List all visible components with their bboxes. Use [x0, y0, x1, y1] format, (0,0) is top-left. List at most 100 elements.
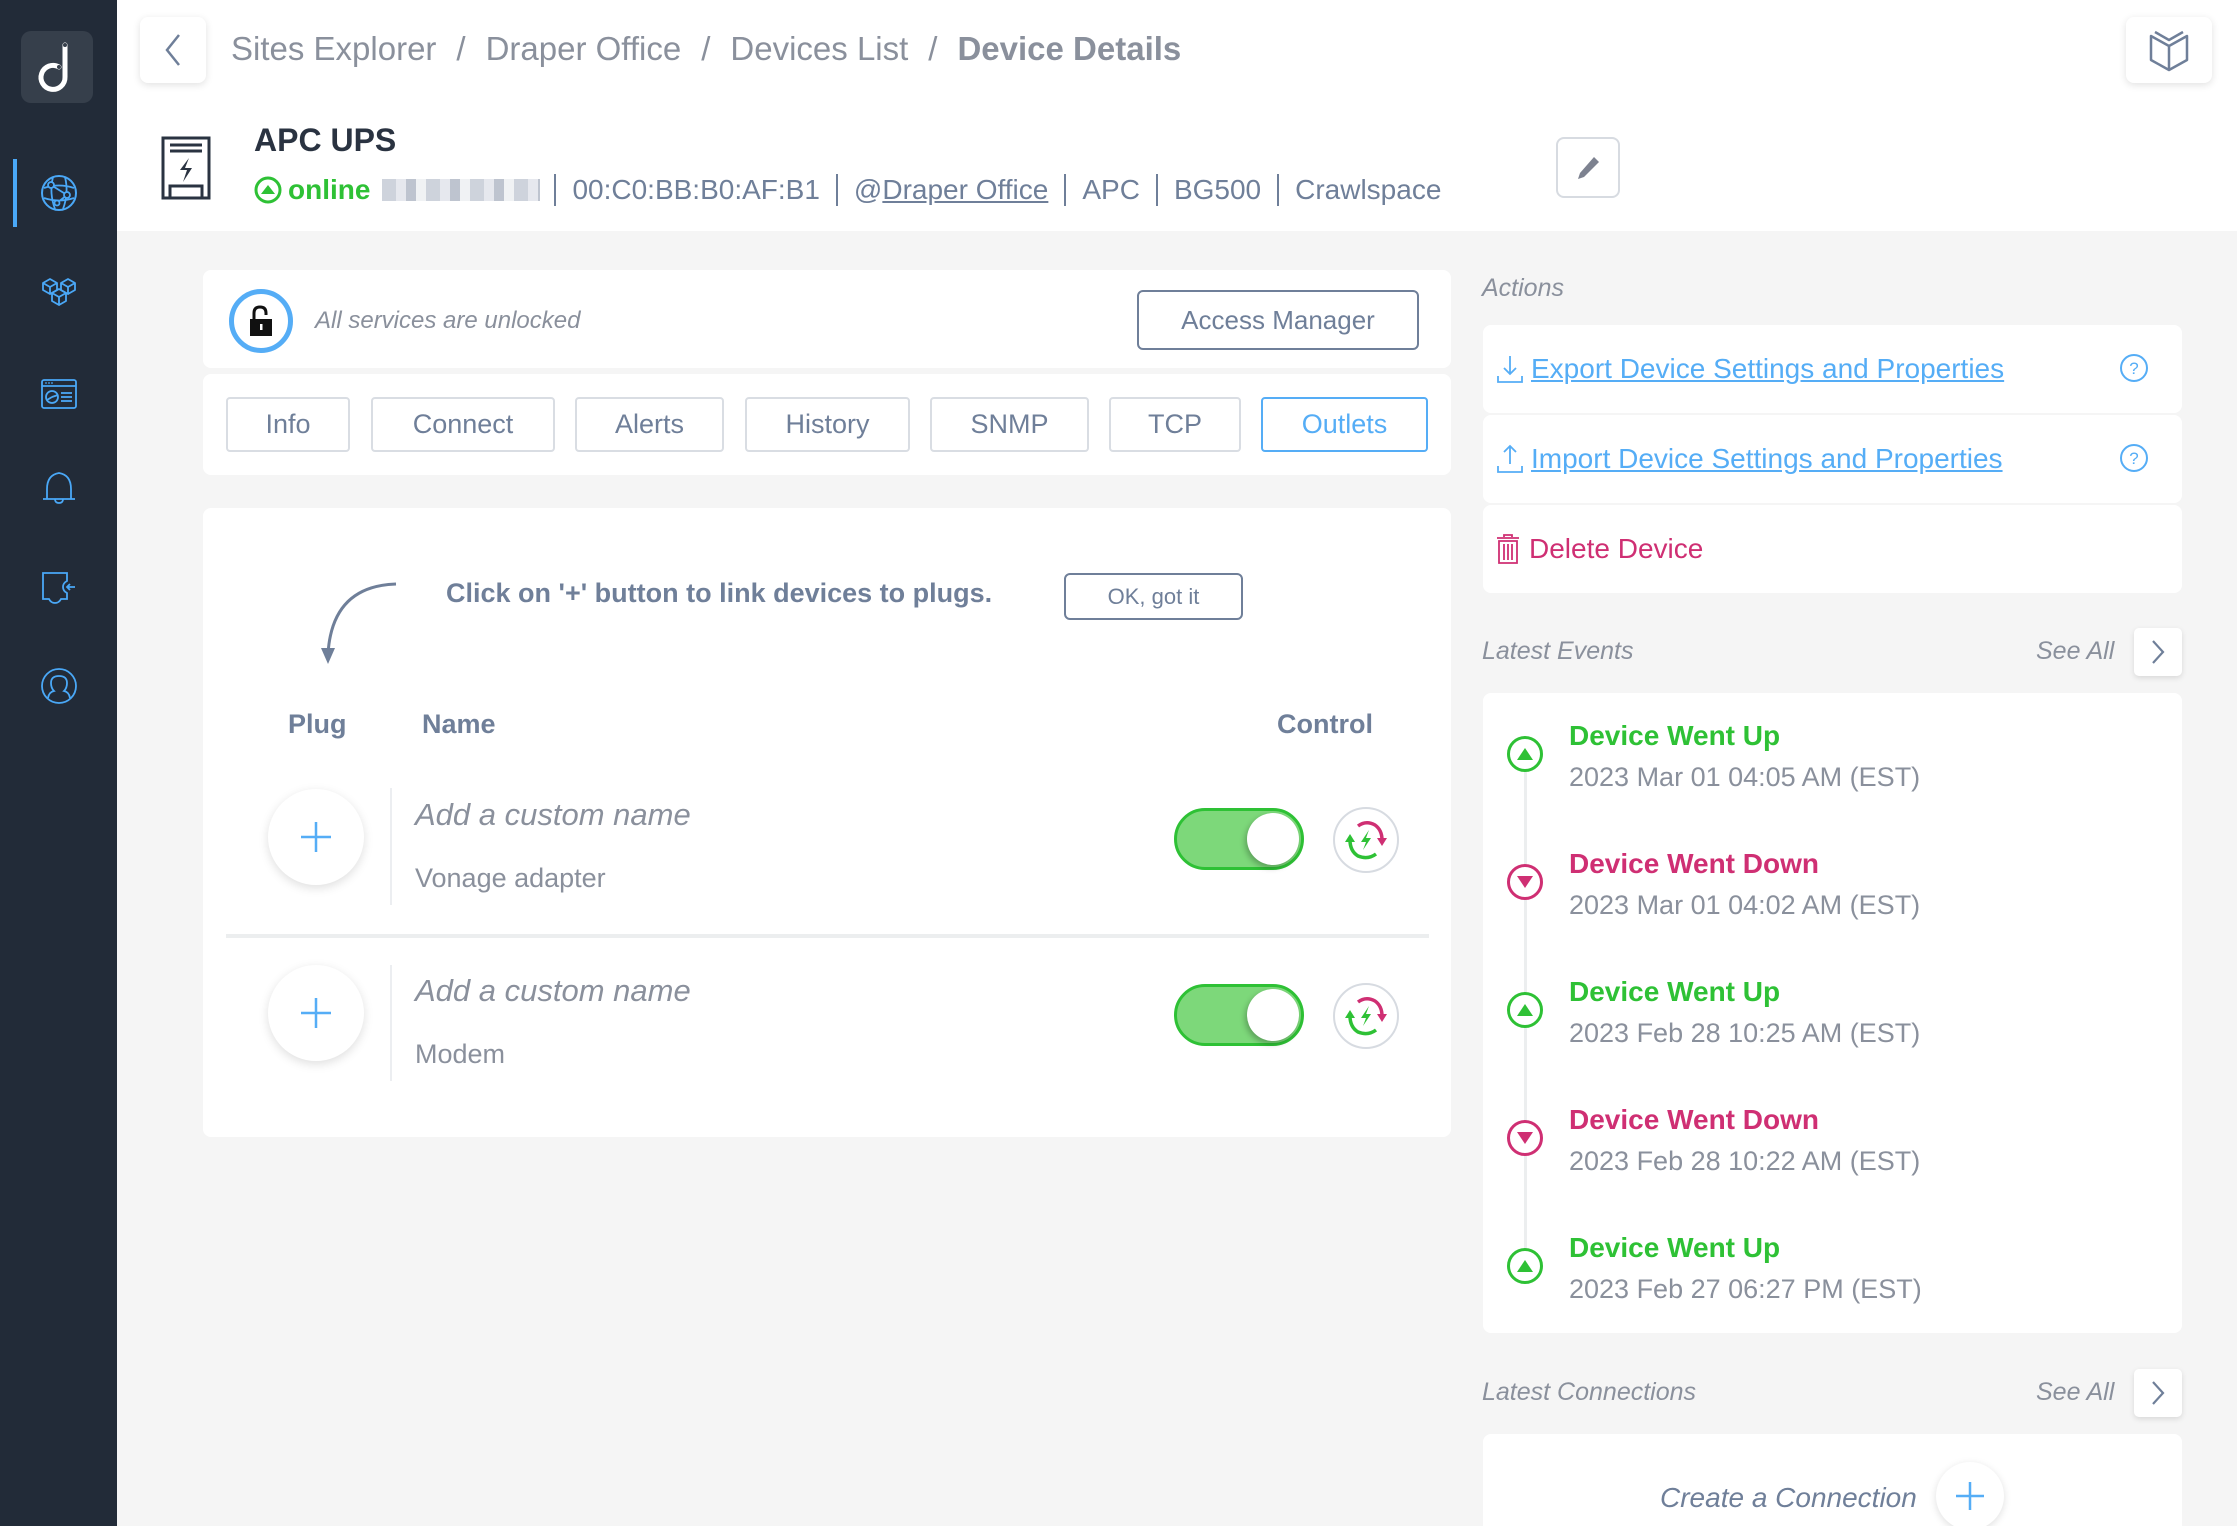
pencil-icon — [1578, 156, 1599, 179]
curved-arrow-icon — [321, 582, 397, 664]
breadcrumb-separator: / — [701, 30, 711, 67]
tab-alerts[interactable]: Alerts — [575, 397, 724, 452]
tab-outlets[interactable]: Outlets — [1261, 397, 1428, 452]
sidebar-item-dashboard[interactable] — [0, 354, 117, 434]
row-divider — [226, 934, 1429, 938]
tab-snmp[interactable]: SNMP — [930, 397, 1089, 452]
device-location: Crawlspace — [1295, 174, 1442, 205]
event-time: 2023 Feb 28 10:22 AM (EST) — [1569, 1146, 1921, 1176]
outlet-device-name: Modem — [415, 1039, 506, 1069]
breadcrumb-site[interactable]: Draper Office — [486, 30, 682, 68]
tab-connect[interactable]: Connect — [371, 397, 555, 452]
connections-see-all-link[interactable]: See All — [2036, 1378, 2114, 1407]
delete-device-link[interactable]: Delete Device — [1529, 533, 1703, 565]
globe-network-icon — [40, 175, 77, 211]
latest-events-label: Latest Events — [1482, 637, 1634, 665]
power-cycle-button[interactable] — [1333, 983, 1399, 1049]
event-time: 2023 Mar 01 04:02 AM (EST) — [1569, 890, 1921, 920]
breadcrumb-devices-list[interactable]: Devices List — [730, 30, 908, 68]
outlets-hint: Click on '+' button to link devices to p… — [446, 578, 993, 608]
cubes-icon — [41, 278, 76, 306]
plus-icon — [1956, 1482, 1984, 1510]
toggle-knob — [1247, 989, 1299, 1041]
device-model: BG500 — [1173, 174, 1262, 205]
link-device-button[interactable] — [268, 789, 364, 885]
lock-status[interactable] — [229, 289, 293, 353]
status-up-icon — [254, 176, 282, 204]
puzzle-plugin-icon — [41, 572, 75, 604]
dashboard-window-icon — [40, 379, 77, 409]
sidebar-item-account[interactable] — [0, 646, 117, 726]
event-time: 2023 Feb 27 06:27 PM (EST) — [1569, 1274, 1922, 1304]
create-connection-label[interactable]: Create a Connection — [1660, 1482, 1917, 1514]
breadcrumb-separator: / — [456, 30, 466, 67]
status-badge: online — [254, 174, 370, 206]
event-down-icon — [1507, 1120, 1543, 1156]
export-card: Export Device Settings and Properties ? — [1483, 325, 2182, 413]
event-up-icon — [1507, 992, 1543, 1028]
outlet-power-toggle[interactable] — [1174, 984, 1304, 1046]
edit-device-button[interactable] — [1556, 137, 1620, 198]
sidebar-item-devices[interactable] — [0, 253, 117, 333]
divider — [1064, 174, 1067, 206]
event-down-icon — [1507, 864, 1543, 900]
power-cycle-button[interactable] — [1333, 807, 1399, 873]
divider — [1155, 174, 1158, 206]
divider — [835, 174, 838, 206]
documentation-button[interactable] — [2126, 17, 2212, 83]
divider — [554, 174, 557, 206]
divider — [1277, 174, 1280, 206]
help-icon[interactable]: ? — [2118, 442, 2150, 474]
delete-card: Delete Device — [1483, 505, 2182, 593]
column-header-plug: Plug — [288, 709, 347, 739]
app-logo[interactable] — [21, 31, 93, 103]
custom-name-input[interactable]: Add a custom name — [415, 973, 691, 1009]
event-up-icon — [1507, 736, 1543, 772]
ups-device-icon — [161, 136, 211, 200]
tab-info[interactable]: Info — [226, 397, 350, 452]
actions-label: Actions — [1482, 274, 1564, 302]
sidebar-item-sites[interactable] — [0, 153, 117, 233]
breadcrumb: Sites Explorer / Draper Office / Devices… — [231, 30, 1181, 68]
tab-tcp[interactable]: TCP — [1109, 397, 1241, 452]
site-prefix: @ — [853, 174, 883, 205]
breadcrumb-sites-explorer[interactable]: Sites Explorer — [231, 30, 436, 68]
sidebar-item-integrations[interactable] — [0, 547, 117, 627]
chevron-left-icon — [165, 34, 180, 66]
column-header-name: Name — [422, 709, 496, 739]
back-button[interactable] — [140, 17, 206, 83]
create-connection-button[interactable] — [1936, 1462, 2004, 1526]
device-name: APC UPS — [254, 122, 397, 158]
chevron-right-icon — [2152, 1381, 2165, 1405]
help-icon[interactable]: ? — [2118, 352, 2150, 384]
event-title: Device Went Up — [1569, 720, 1781, 751]
active-indicator — [13, 159, 17, 227]
event-time: 2023 Mar 01 04:05 AM (EST) — [1569, 762, 1921, 792]
sidebar — [0, 0, 117, 1526]
access-manager-button[interactable]: Access Manager — [1137, 290, 1419, 350]
unlocked-padlock-icon — [250, 305, 272, 336]
plus-icon — [301, 822, 331, 852]
device-meta: online 00:C0:BB:B0:AF:B1 @ Draper Office … — [254, 174, 1441, 206]
import-settings-link[interactable]: Import Device Settings and Properties — [1531, 443, 2003, 475]
dismiss-hint-button[interactable]: OK, got it — [1064, 573, 1243, 620]
plus-icon — [301, 998, 331, 1028]
events-see-all-link[interactable]: See All — [2036, 637, 2114, 666]
export-settings-link[interactable]: Export Device Settings and Properties — [1531, 353, 2004, 385]
latest-connections-label: Latest Connections — [1482, 1378, 1697, 1406]
tab-history[interactable]: History — [745, 397, 910, 452]
breadcrumb-current: Device Details — [957, 30, 1182, 67]
toggle-knob — [1247, 813, 1299, 865]
row-divider-vertical — [390, 965, 392, 1081]
status-text: online — [288, 174, 371, 205]
custom-name-input[interactable]: Add a custom name — [415, 797, 691, 833]
site-link[interactable]: Draper Office — [882, 174, 1048, 206]
link-device-button[interactable] — [268, 965, 364, 1061]
outlet-power-toggle[interactable] — [1174, 808, 1304, 870]
redacted-ip — [382, 179, 541, 201]
sidebar-item-alerts[interactable] — [0, 447, 117, 527]
connections-see-all-button[interactable] — [2134, 1369, 2182, 1417]
event-title: Device Went Down — [1569, 1104, 1819, 1135]
book-icon — [2149, 30, 2189, 72]
events-see-all-button[interactable] — [2134, 628, 2182, 676]
